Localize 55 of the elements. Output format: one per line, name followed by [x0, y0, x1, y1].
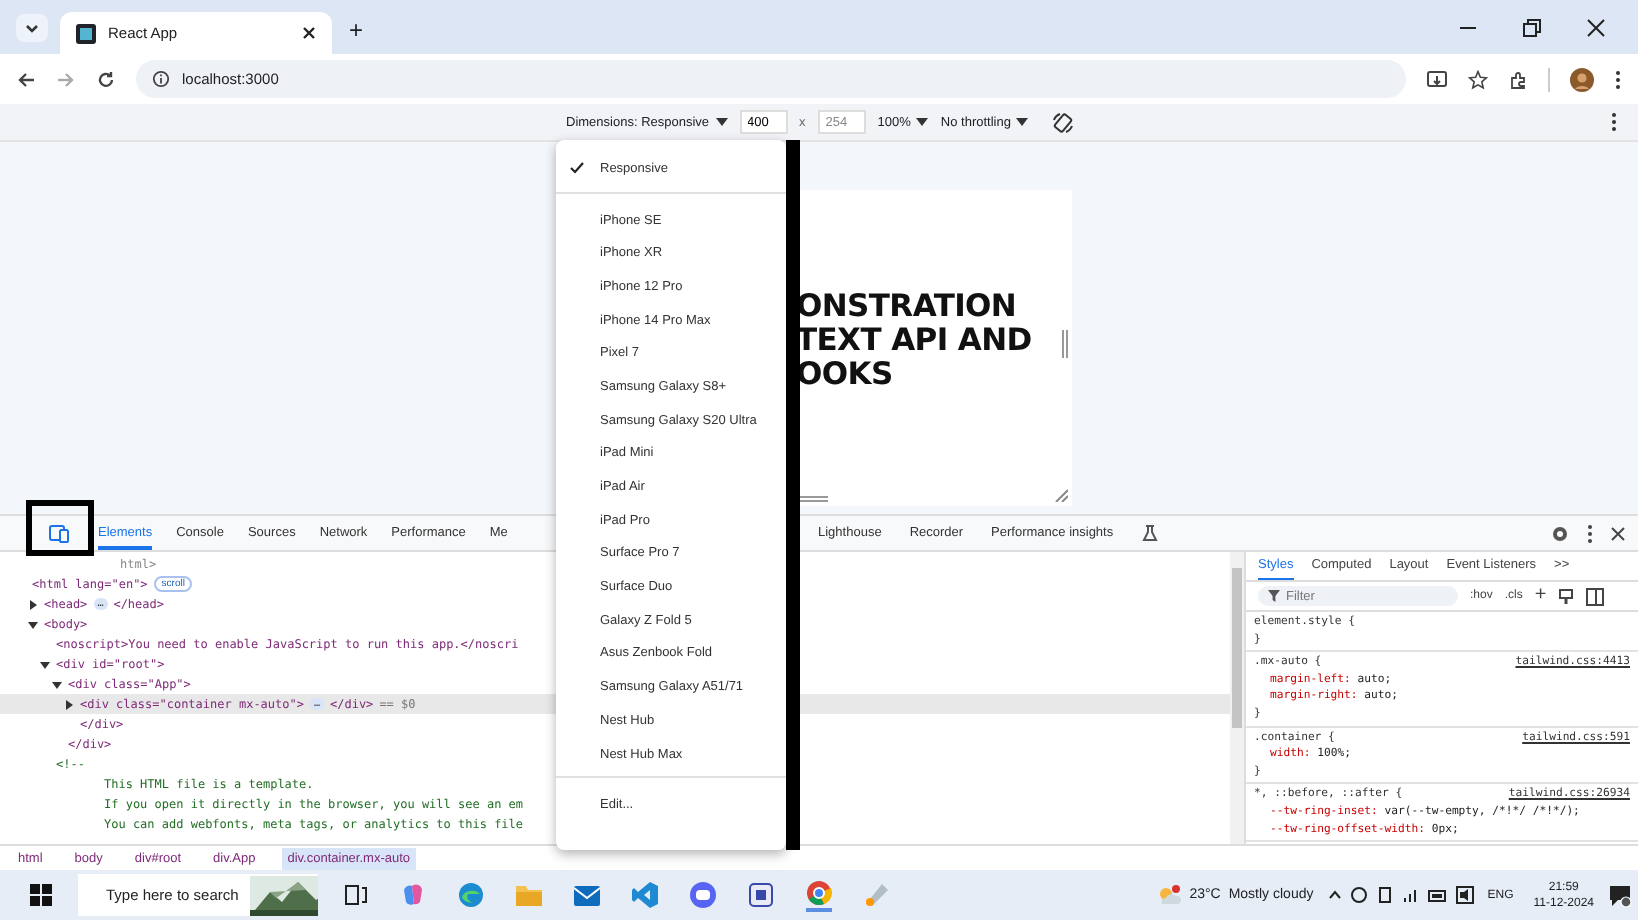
expanded-arrow-icon[interactable]	[52, 679, 62, 689]
expanded-arrow-icon[interactable]	[40, 659, 50, 669]
close-icon[interactable]	[302, 26, 316, 40]
corner-resize-icon[interactable]	[1054, 488, 1068, 502]
paint-brush-icon[interactable]	[1558, 587, 1575, 605]
collapsed-arrow-icon[interactable]	[28, 599, 38, 609]
code-editor-icon[interactable]	[632, 882, 658, 908]
speaker-icon[interactable]	[1455, 886, 1474, 904]
caret-icon	[715, 117, 728, 127]
battery-icon[interactable]	[1427, 887, 1448, 903]
page-heading-line: TEXT API AND	[796, 324, 1032, 358]
back-icon[interactable]	[16, 69, 36, 89]
settings-icon[interactable]	[1550, 523, 1570, 543]
more-options-icon[interactable]	[1586, 523, 1594, 543]
chat-app-icon[interactable]	[690, 882, 716, 908]
collapsed-arrow-icon[interactable]	[64, 699, 74, 709]
page-heading-line: ONSTRATION	[796, 290, 1017, 324]
caret-icon	[916, 117, 929, 127]
resize-handle-icon[interactable]	[796, 496, 828, 502]
page-heading-line: OOKS	[796, 358, 893, 392]
notifications-icon[interactable]	[1608, 883, 1632, 907]
task-view-icon[interactable]	[344, 884, 368, 906]
tab-search-button[interactable]	[16, 14, 48, 42]
expanded-arrow-icon[interactable]	[28, 619, 38, 629]
rotate-icon[interactable]	[1052, 111, 1075, 133]
more-options-icon[interactable]	[1610, 112, 1618, 132]
chrome-icon[interactable]	[806, 879, 832, 911]
new-rule-button[interactable]: +	[1534, 586, 1547, 606]
network-icon[interactable]	[1401, 886, 1420, 904]
flask-icon	[1141, 524, 1158, 542]
resize-handle-icon[interactable]	[1062, 330, 1068, 358]
menu-icon[interactable]	[1614, 69, 1622, 89]
chevron-down-icon	[24, 20, 40, 36]
chevron-up-icon[interactable]	[1327, 890, 1342, 900]
sidebar-toggle-icon[interactable]	[1586, 587, 1605, 605]
star-icon[interactable]	[1468, 69, 1488, 89]
highlight-frame	[26, 500, 94, 556]
reload-icon[interactable]	[96, 69, 116, 89]
close-icon[interactable]	[1610, 525, 1626, 541]
mail-icon[interactable]	[574, 884, 600, 906]
weather-icon[interactable]	[1155, 884, 1182, 906]
page-favicon-icon	[76, 23, 96, 43]
avatar-icon[interactable]	[1570, 67, 1594, 91]
install-icon[interactable]	[1426, 69, 1448, 89]
info-icon[interactable]	[152, 70, 170, 88]
restore-icon[interactable]	[1522, 18, 1542, 38]
start-icon[interactable]	[30, 884, 52, 906]
close-icon[interactable]	[1586, 18, 1606, 38]
new-tab-button[interactable]: +	[344, 16, 368, 44]
app-icon[interactable]	[748, 882, 774, 908]
caret-icon	[1016, 117, 1029, 127]
extensions-icon[interactable]	[1508, 69, 1528, 89]
filter-icon	[1268, 590, 1280, 602]
device-toggle-icon[interactable]	[48, 523, 70, 543]
scrollbar[interactable]	[1230, 552, 1244, 844]
